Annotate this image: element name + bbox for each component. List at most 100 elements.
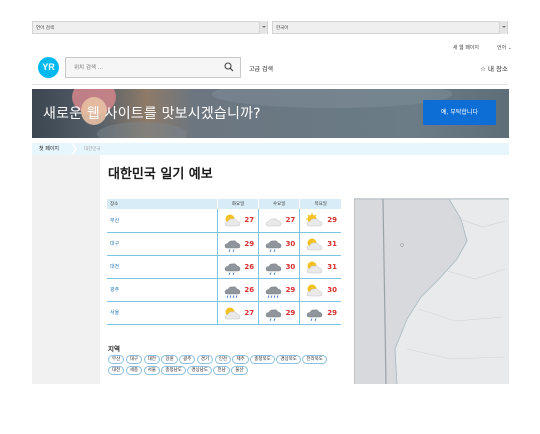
regions-title: 지역 — [108, 345, 120, 353]
korea-map — [355, 199, 509, 384]
search-input[interactable] — [66, 58, 216, 77]
breadcrumb-home-link[interactable]: 첫 페이지 — [39, 145, 59, 152]
region-list: 부산 대구 대전 강원 광주 경기 인천 제주 충청북도 경상북도 전라북도 대전 세종 서울 충청남도 경상… — [108, 355, 344, 375]
region-tag[interactable]: 광주 — [179, 355, 196, 364]
rain-cloud-icon — [265, 263, 282, 275]
forecast-cell[interactable]: 29 — [258, 301, 300, 325]
forecast-cell[interactable]: 27 — [216, 209, 259, 233]
region-tag[interactable]: 세종 — [125, 366, 143, 375]
temperature: 31 — [327, 239, 337, 248]
region-tag[interactable]: 경기 — [196, 355, 214, 364]
region-tag[interactable]: 충청남도 — [161, 366, 186, 375]
temperature: 31 — [327, 262, 337, 271]
light-rain-icon — [224, 263, 241, 275]
forecast-cell[interactable]: 30 — [299, 278, 341, 302]
temperature: 29 — [285, 285, 296, 294]
forecast-cell[interactable]: 29 — [216, 232, 259, 256]
rain-cloud-icon — [224, 240, 241, 252]
search-icon[interactable] — [224, 62, 234, 72]
advanced-search-link[interactable]: 고급 검색 — [249, 64, 273, 73]
language-link-label: 언어 — [497, 45, 507, 51]
region-tag[interactable]: 대전 — [108, 366, 125, 375]
table-row: 대전 26 30 31 — [107, 255, 341, 279]
table-row: 광주 26 29 30 — [107, 278, 341, 302]
header-divider — [32, 84, 508, 85]
forecast-cell[interactable]: 26 — [216, 255, 259, 279]
temperature: 29 — [327, 308, 337, 317]
forecast-cell[interactable]: 31 — [299, 232, 341, 256]
region-tag[interactable]: 서울 — [143, 366, 160, 375]
column-header: 수요일 — [258, 199, 300, 209]
breadcrumb: 첫 페이지 대한민국 — [32, 143, 509, 155]
forecast-table: 장소 화요일 수요일 목요일 부산 27 27 29 대구 29 30 31 대전 26 30 31 광… — [107, 199, 341, 325]
city-link[interactable]: 부산 — [107, 209, 218, 233]
forecast-cell[interactable]: 30 — [258, 255, 300, 279]
cloudy-icon — [265, 218, 282, 227]
region-tag[interactable]: 울산 — [231, 366, 248, 375]
my-places-link[interactable]: ☆ 내 장소 — [480, 63, 508, 73]
forecast-cell[interactable]: 31 — [299, 255, 341, 279]
language-select[interactable]: 한국어 — [272, 21, 508, 34]
region-tag[interactable]: 대구 — [125, 355, 143, 364]
promo-banner: 새로운 웹 사이트를 맛보시겠습니까? 예, 부탁합니다 — [32, 89, 509, 138]
map-view[interactable] — [354, 198, 509, 384]
table-row: 부산 27 27 29 — [107, 209, 341, 233]
banner-cta-button[interactable]: 예, 부탁합니다 — [423, 100, 496, 125]
sun-cloud-icon — [306, 213, 323, 227]
region-tag[interactable]: 강원 — [161, 355, 178, 364]
region-tag[interactable]: 경상남도 — [187, 366, 212, 375]
new-page-link[interactable]: 새 웹 페이지 — [453, 44, 479, 51]
region-tag[interactable]: 전라북도 — [302, 355, 327, 364]
language-bar: 언어 검색 한국어 — [0, 18, 540, 38]
forecast-cell[interactable]: 27 — [258, 209, 300, 233]
forecast-cell[interactable]: 30 — [258, 232, 300, 256]
temperature: 29 — [244, 239, 255, 248]
language-select-value: 한국어 — [276, 26, 289, 31]
forecast-cell[interactable]: 29 — [299, 301, 341, 325]
yr-logo[interactable]: YR — [38, 57, 59, 78]
region-tag[interactable]: 부산 — [108, 355, 125, 364]
temperature: 26 — [244, 262, 255, 271]
left-sidebar — [32, 155, 100, 384]
temperature: 27 — [244, 308, 255, 317]
chevron-down-icon[interactable] — [259, 21, 267, 34]
column-header: 장소 — [107, 199, 218, 209]
table-row: 서울 27 29 29 — [107, 301, 341, 325]
region-tag[interactable]: 충청북도 — [250, 355, 275, 364]
region-tag[interactable]: 인천 — [214, 355, 231, 364]
region-tag[interactable]: 전남 — [213, 366, 230, 375]
temperature: 27 — [285, 216, 296, 224]
region-tag[interactable]: 제주 — [232, 355, 249, 364]
city-link[interactable]: 광주 — [107, 278, 218, 302]
region-tag[interactable]: 경상북도 — [276, 355, 301, 364]
language-link[interactable]: 언어 ⌄ — [497, 44, 512, 51]
partly-cloudy-icon — [224, 214, 241, 227]
my-places-label: 내 장소 — [487, 65, 508, 73]
region-tag[interactable]: 대전 — [143, 355, 160, 364]
column-header: 목요일 — [299, 199, 341, 209]
partly-cloudy-icon — [307, 238, 323, 250]
temperature: 29 — [285, 308, 296, 317]
search-box — [65, 57, 241, 78]
column-header: 화요일 — [216, 199, 259, 209]
light-rain-icon — [307, 309, 323, 321]
star-icon: ☆ — [480, 65, 486, 73]
city-link[interactable]: 대구 — [107, 232, 218, 256]
forecast-cell[interactable]: 29 — [258, 278, 300, 302]
forecast-cell[interactable]: 27 — [216, 301, 259, 325]
forecast-cell[interactable]: 26 — [216, 278, 259, 302]
temperature: 26 — [244, 285, 255, 294]
top-links: 새 웹 페이지 언어 ⌄ — [453, 44, 512, 51]
temperature: 30 — [285, 239, 296, 248]
light-rain-icon — [265, 309, 282, 321]
forecast-cell[interactable]: 29 — [299, 209, 341, 233]
temperature: 27 — [244, 216, 255, 224]
temperature: 30 — [327, 285, 337, 294]
language-search-select[interactable]: 언어 검색 — [32, 21, 268, 34]
chevron-down-icon[interactable] — [499, 21, 507, 34]
heavy-rain-icon — [265, 286, 282, 298]
city-link[interactable]: 서울 — [107, 301, 218, 325]
city-link[interactable]: 대전 — [107, 255, 218, 279]
page-title: 대한민국 일기 예보 — [108, 167, 213, 182]
temperature: 29 — [327, 216, 337, 224]
